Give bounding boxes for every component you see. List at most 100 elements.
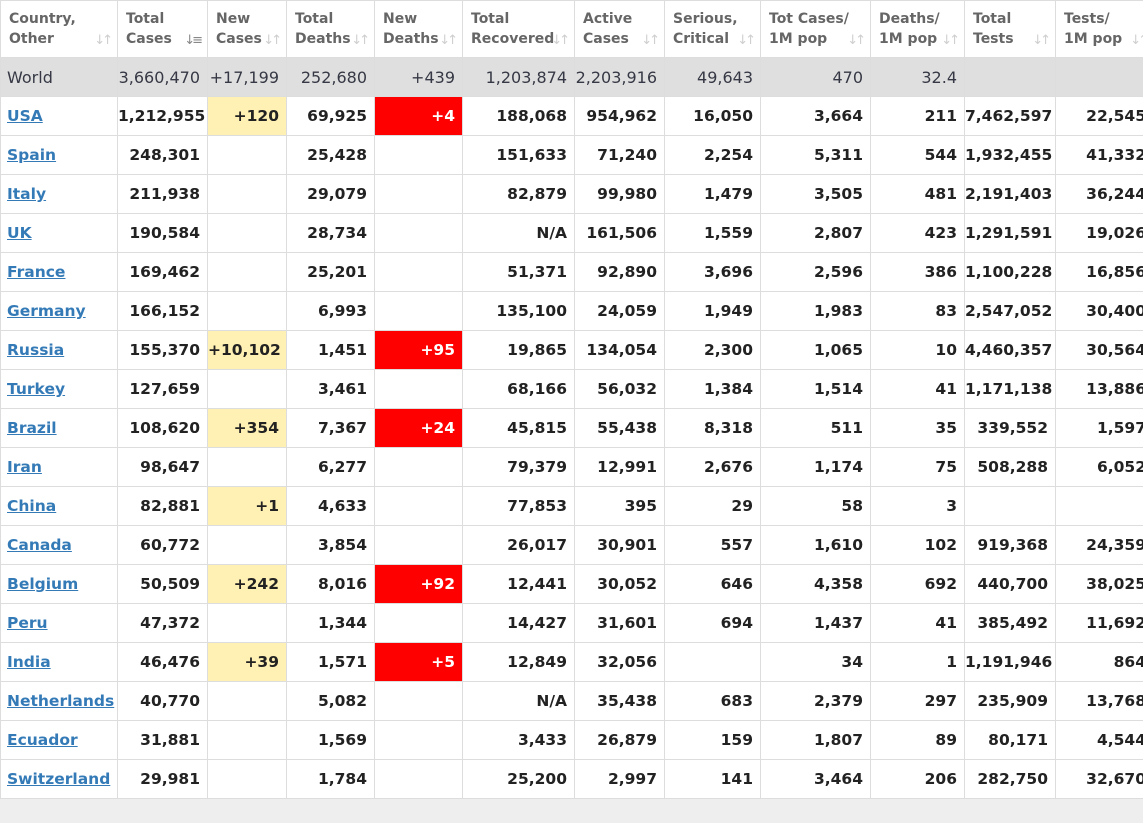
stat-cell: 35,438 bbox=[575, 682, 665, 721]
stat-cell: +10,102 bbox=[208, 331, 287, 370]
stat-cell: 1,569 bbox=[287, 721, 375, 760]
stat-cell bbox=[208, 175, 287, 214]
country-link[interactable]: Spain bbox=[7, 146, 56, 164]
stat-cell bbox=[208, 604, 287, 643]
stat-cell: 51,371 bbox=[463, 253, 575, 292]
country-link[interactable]: China bbox=[7, 497, 56, 515]
stat-cell: 83 bbox=[871, 292, 965, 331]
stat-cell: 440,700 bbox=[965, 565, 1056, 604]
stat-cell: 2,596 bbox=[761, 253, 871, 292]
stat-cell: 14,427 bbox=[463, 604, 575, 643]
table-row: Belgium50,509+2428,016+9212,44130,052646… bbox=[1, 565, 1143, 604]
sort-icon[interactable]: ↓↑ bbox=[1130, 31, 1143, 51]
stat-cell: N/A bbox=[463, 214, 575, 253]
stat-cell: +95 bbox=[375, 331, 463, 370]
page-footer-area bbox=[0, 799, 1143, 823]
country-link[interactable]: Iran bbox=[7, 458, 42, 476]
stat-cell: 41 bbox=[871, 370, 965, 409]
stat-cell bbox=[208, 253, 287, 292]
stat-cell: 31,601 bbox=[575, 604, 665, 643]
sort-desc-icon[interactable]: ↓≡ bbox=[184, 31, 200, 51]
country-cell: Belgium bbox=[1, 565, 118, 604]
country-cell: China bbox=[1, 487, 118, 526]
table-row: Switzerland29,9811,78425,2002,9971413,46… bbox=[1, 760, 1143, 799]
table-row: Iran98,6476,27779,37912,9912,6761,174755… bbox=[1, 448, 1143, 487]
stat-cell: 4,544 bbox=[1056, 721, 1143, 760]
stat-cell: 25,428 bbox=[287, 136, 375, 175]
column-header[interactable]: Country, Other↓↑ bbox=[1, 1, 118, 58]
stat-cell bbox=[375, 253, 463, 292]
stat-cell: 4,460,357 bbox=[965, 331, 1056, 370]
stat-cell bbox=[375, 760, 463, 799]
stat-cell: 646 bbox=[665, 565, 761, 604]
stat-cell: 30,901 bbox=[575, 526, 665, 565]
sort-icon[interactable]: ↓↑ bbox=[263, 31, 279, 51]
stat-cell: 2,997 bbox=[575, 760, 665, 799]
table-row: Brazil108,620+3547,367+2445,81555,4388,3… bbox=[1, 409, 1143, 448]
column-header[interactable]: Tests/ 1M pop↓↑ bbox=[1056, 1, 1143, 58]
stat-cell: 29 bbox=[665, 487, 761, 526]
sort-icon[interactable]: ↓↑ bbox=[351, 31, 367, 51]
country-link[interactable]: India bbox=[7, 653, 51, 671]
country-link[interactable]: USA bbox=[7, 107, 43, 125]
country-link[interactable]: Peru bbox=[7, 614, 48, 632]
stat-cell: 69,925 bbox=[287, 97, 375, 136]
stat-cell bbox=[208, 292, 287, 331]
sort-icon[interactable]: ↓↑ bbox=[847, 31, 863, 51]
sort-icon[interactable]: ↓↑ bbox=[439, 31, 455, 51]
stat-cell: 3,433 bbox=[463, 721, 575, 760]
column-header[interactable]: Total Tests↓↑ bbox=[965, 1, 1056, 58]
country-link[interactable]: Ecuador bbox=[7, 731, 78, 749]
stat-cell: 141 bbox=[665, 760, 761, 799]
country-link[interactable]: Turkey bbox=[7, 380, 65, 398]
stat-cell: 385,492 bbox=[965, 604, 1056, 643]
country-cell: Peru bbox=[1, 604, 118, 643]
stat-cell: 22,545 bbox=[1056, 97, 1143, 136]
country-link[interactable]: Netherlands bbox=[7, 692, 114, 710]
stat-cell: 1,571 bbox=[287, 643, 375, 682]
column-header[interactable]: Serious, Critical↓↑ bbox=[665, 1, 761, 58]
stat-cell: 3,660,470 bbox=[118, 58, 208, 97]
stat-cell: 13,886 bbox=[1056, 370, 1143, 409]
stat-cell: 206 bbox=[871, 760, 965, 799]
stat-cell: 683 bbox=[665, 682, 761, 721]
stat-cell: +242 bbox=[208, 565, 287, 604]
sort-icon[interactable]: ↓↑ bbox=[641, 31, 657, 51]
country-cell: Russia bbox=[1, 331, 118, 370]
stat-cell bbox=[208, 136, 287, 175]
stat-cell: 1,932,455 bbox=[965, 136, 1056, 175]
country-link[interactable]: Canada bbox=[7, 536, 72, 554]
sort-icon[interactable]: ↓↑ bbox=[737, 31, 753, 51]
stat-cell: 19,026 bbox=[1056, 214, 1143, 253]
column-header[interactable]: New Deaths↓↑ bbox=[375, 1, 463, 58]
column-header[interactable]: Total Deaths↓↑ bbox=[287, 1, 375, 58]
table-row: Spain248,30125,428151,63371,2402,2545,31… bbox=[1, 136, 1143, 175]
country-link[interactable]: France bbox=[7, 263, 65, 281]
stat-cell bbox=[375, 370, 463, 409]
country-link[interactable]: Switzerland bbox=[7, 770, 110, 788]
country-link[interactable]: UK bbox=[7, 224, 32, 242]
sort-icon[interactable]: ↓↑ bbox=[551, 31, 567, 51]
stat-cell: 155,370 bbox=[118, 331, 208, 370]
country-link[interactable]: Brazil bbox=[7, 419, 57, 437]
column-header[interactable]: Deaths/ 1M pop↓↑ bbox=[871, 1, 965, 58]
country-link[interactable]: Italy bbox=[7, 185, 46, 203]
column-header[interactable]: Active Cases↓↑ bbox=[575, 1, 665, 58]
table-row: Germany166,1526,993135,10024,0591,9491,9… bbox=[1, 292, 1143, 331]
sort-icon[interactable]: ↓↑ bbox=[1032, 31, 1048, 51]
country-link[interactable]: Russia bbox=[7, 341, 64, 359]
country-link[interactable]: Germany bbox=[7, 302, 86, 320]
column-header[interactable]: Tot Cases/ 1M pop↓↑ bbox=[761, 1, 871, 58]
sort-icon[interactable]: ↓↑ bbox=[94, 31, 110, 51]
stat-cell bbox=[208, 721, 287, 760]
column-header[interactable]: Total Cases↓≡ bbox=[118, 1, 208, 58]
column-header[interactable]: New Cases↓↑ bbox=[208, 1, 287, 58]
stat-cell: 2,807 bbox=[761, 214, 871, 253]
column-header[interactable]: Total Recovered↓↑ bbox=[463, 1, 575, 58]
stat-cell: 49,643 bbox=[665, 58, 761, 97]
sort-icon[interactable]: ↓↑ bbox=[941, 31, 957, 51]
country-link[interactable]: Belgium bbox=[7, 575, 78, 593]
covid-stats-table: Country, Other↓↑Total Cases↓≡New Cases↓↑… bbox=[0, 0, 1143, 799]
stat-cell: 25,201 bbox=[287, 253, 375, 292]
stat-cell: 30,564 bbox=[1056, 331, 1143, 370]
